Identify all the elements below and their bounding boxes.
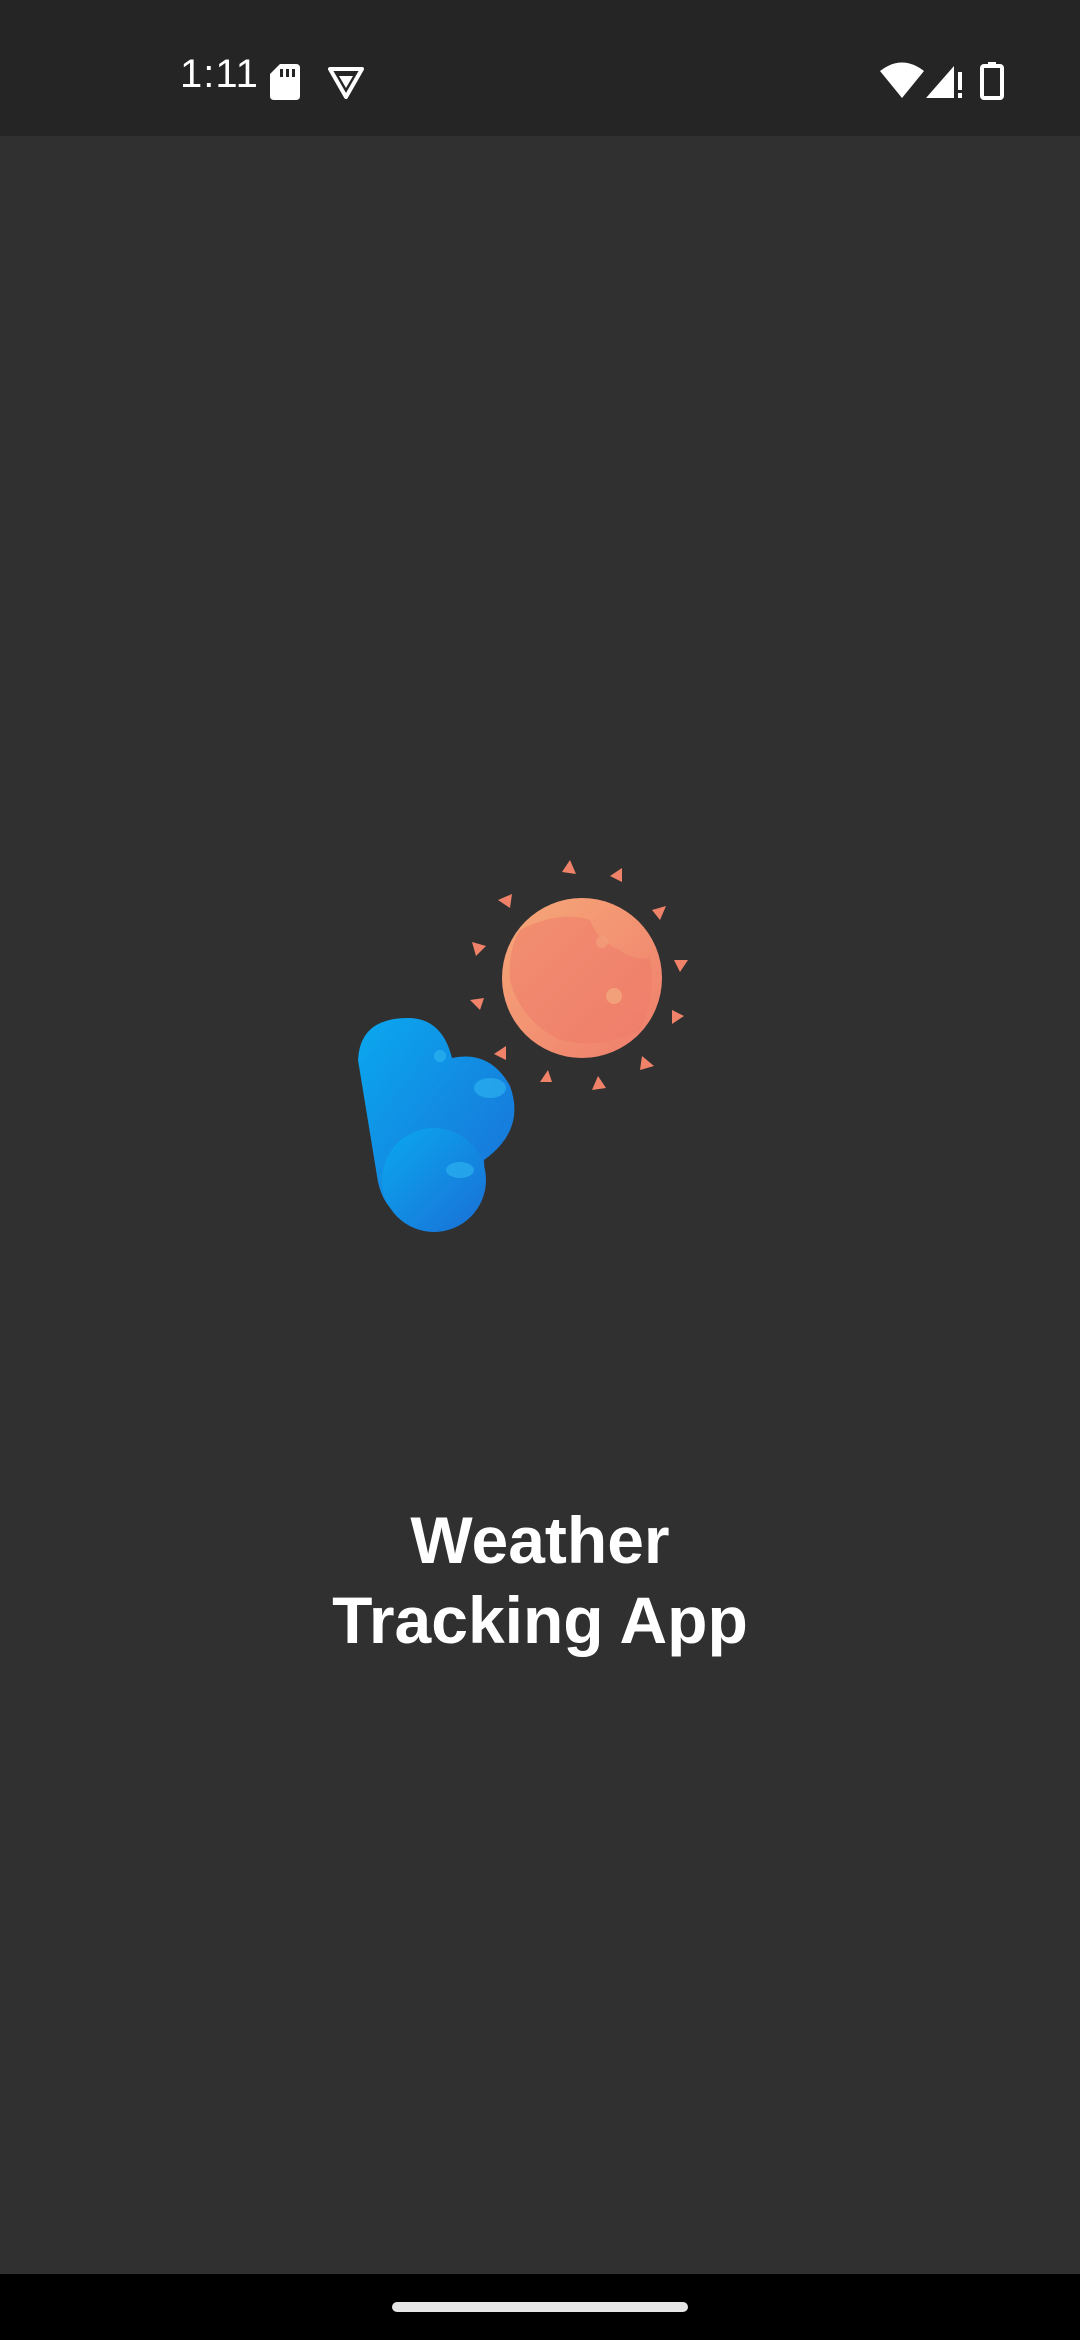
- splash-screen: 1:11 Weather Tracking App: [0, 0, 1080, 2340]
- app-title: Weather Tracking App: [0, 1500, 1080, 1660]
- app-title-line-1: Weather: [410, 1503, 670, 1577]
- status-bar: 1:11: [0, 0, 1080, 136]
- status-time: 1:11: [180, 52, 259, 96]
- sd-card-icon: [270, 64, 300, 100]
- wifi-icon: [880, 62, 924, 98]
- home-indicator[interactable]: [392, 2302, 688, 2312]
- app-title-line-2: Tracking App: [332, 1583, 748, 1657]
- vpn-shield-icon: [328, 67, 364, 99]
- weather-logo-icon: [358, 860, 688, 1232]
- battery-icon: [980, 62, 1004, 100]
- cell-signal-icon: [926, 66, 962, 98]
